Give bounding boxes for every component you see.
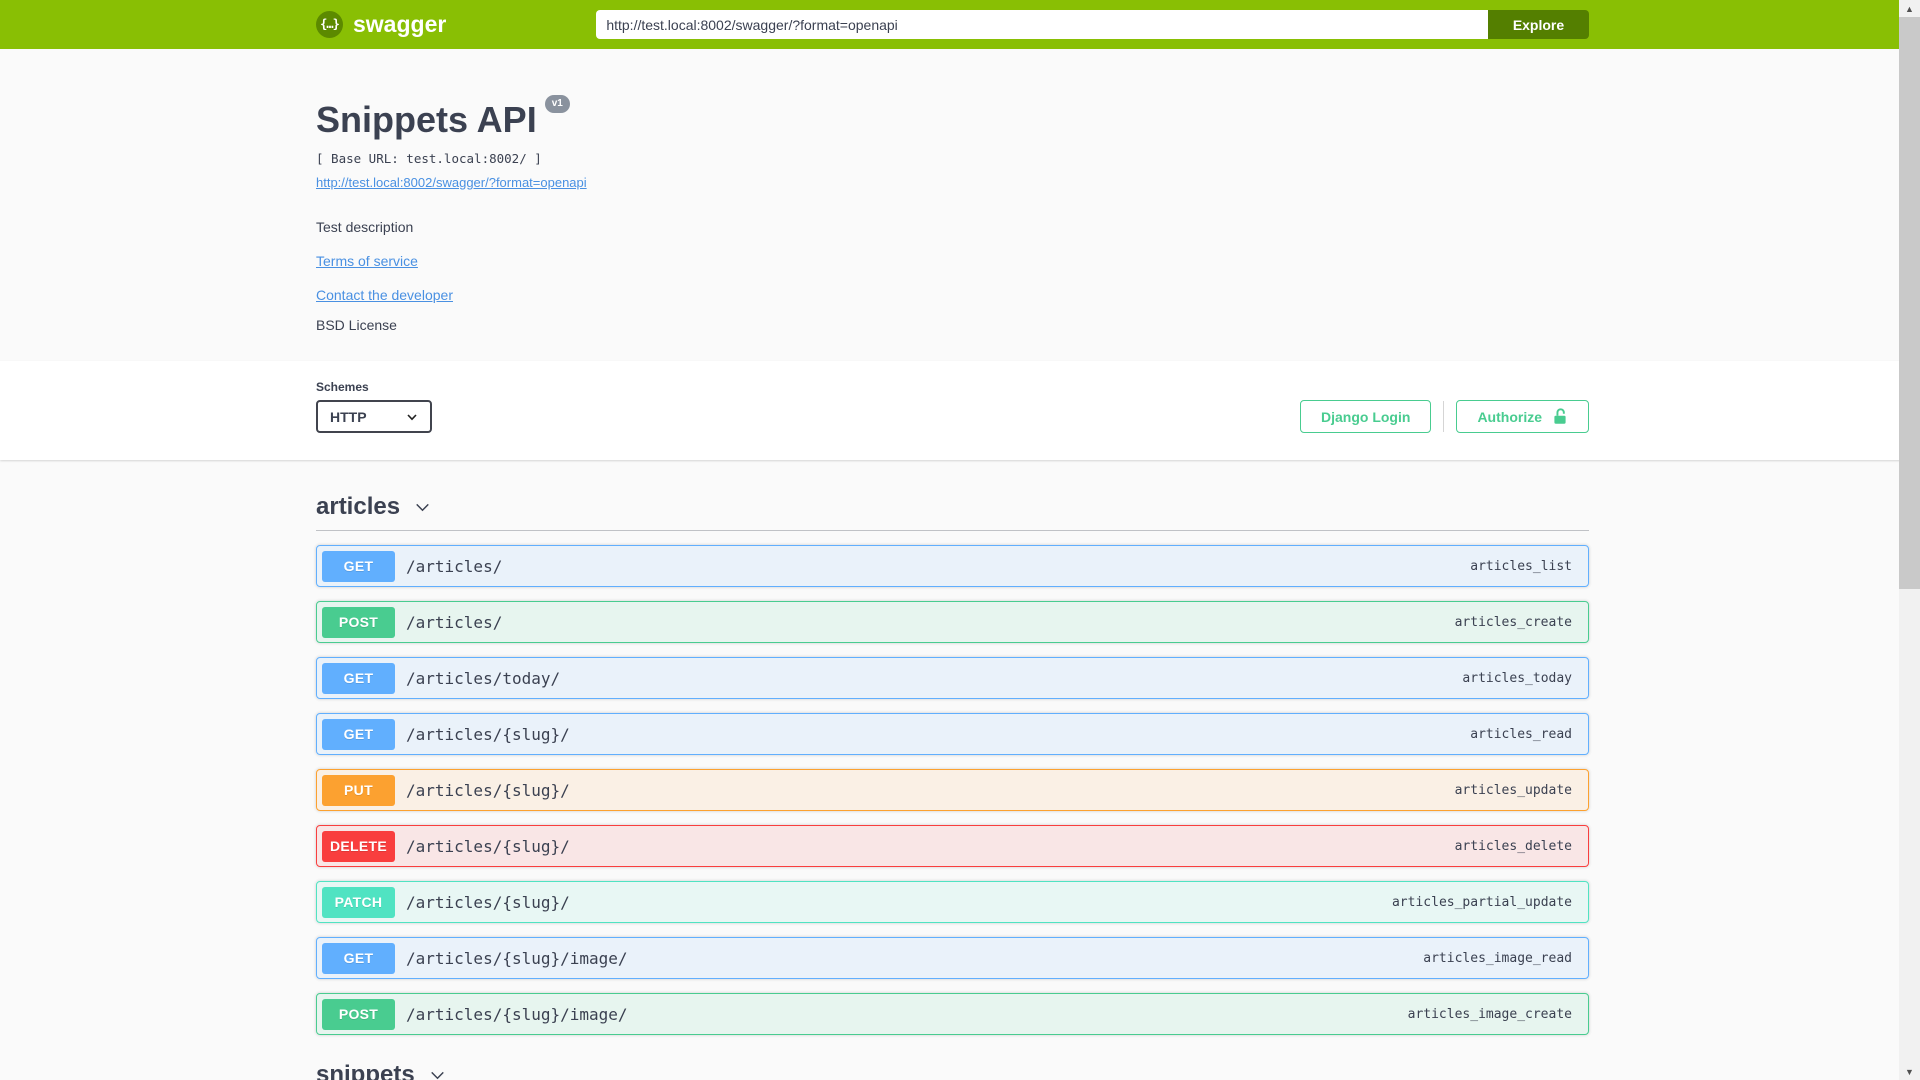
schemes-block: Schemes HTTP bbox=[316, 380, 432, 433]
operation-id: articles_today bbox=[1462, 670, 1572, 686]
operation-id: articles_update bbox=[1454, 782, 1572, 798]
scheme-container: Schemes HTTP Django Login Authorize bbox=[0, 361, 1920, 460]
version-badge: v1 bbox=[544, 95, 570, 113]
operation-row[interactable]: POST /articles/{slug}/image/ articles_im… bbox=[316, 993, 1589, 1035]
expand-chevron-icon bbox=[430, 1071, 444, 1079]
topbar: {…} swagger Explore bbox=[0, 0, 1920, 49]
method-badge: PUT bbox=[322, 774, 395, 806]
operation-path: /articles/{slug}/image/ bbox=[406, 1004, 628, 1024]
operation-path: /articles/today/ bbox=[406, 668, 561, 688]
operation-id: articles_delete bbox=[1454, 838, 1572, 854]
method-badge: GET bbox=[322, 550, 395, 582]
url-input[interactable] bbox=[596, 10, 1488, 39]
operation-path: /articles/ bbox=[406, 556, 503, 576]
operation-path: /articles/{slug}/ bbox=[406, 724, 570, 744]
operation-row[interactable]: PUT /articles/{slug}/ articles_update bbox=[316, 769, 1589, 811]
method-badge: GET bbox=[322, 942, 395, 974]
method-badge: POST bbox=[322, 606, 395, 638]
operation-path: /articles/{slug}/ bbox=[406, 836, 570, 856]
method-badge: GET bbox=[322, 718, 395, 750]
operation-path: /articles/ bbox=[406, 612, 503, 632]
scheme-selected-value: HTTP bbox=[330, 408, 367, 425]
api-sections: articles GET /articles/ articles_list PO… bbox=[316, 460, 1589, 1080]
operation-id: articles_create bbox=[1454, 614, 1572, 630]
download-url-form: Explore bbox=[596, 10, 1589, 39]
explore-button[interactable]: Explore bbox=[1488, 10, 1589, 39]
authorize-button[interactable]: Authorize bbox=[1456, 400, 1589, 433]
method-badge: POST bbox=[322, 998, 395, 1030]
api-description: Test description bbox=[316, 219, 414, 235]
django-login-button[interactable]: Django Login bbox=[1300, 400, 1432, 433]
info-section: Snippets API v1 [ Base URL: test.local:8… bbox=[0, 49, 1920, 361]
operation-id: articles_list bbox=[1470, 558, 1572, 574]
swagger-logo-text: swagger bbox=[353, 11, 447, 37]
base-url: [ Base URL: test.local:8002/ ] bbox=[316, 151, 542, 166]
operation-row[interactable]: PATCH /articles/{slug}/ articles_partial… bbox=[316, 881, 1589, 923]
page-title: Snippets API v1 bbox=[316, 95, 570, 141]
authorize-label: Authorize bbox=[1477, 408, 1542, 425]
django-login-label: Django Login bbox=[1321, 408, 1411, 425]
chevron-down-icon bbox=[407, 413, 417, 420]
method-badge: PATCH bbox=[322, 886, 395, 918]
api-section: articles GET /articles/ articles_list PO… bbox=[316, 493, 1589, 1035]
scroll-up-arrow-icon[interactable]: ▲ bbox=[1899, 0, 1920, 17]
swagger-logo-icon: {…} bbox=[316, 11, 343, 38]
button-divider bbox=[1443, 401, 1445, 432]
operation-row[interactable]: GET /articles/{slug}/image/ articles_ima… bbox=[316, 937, 1589, 979]
operation-row[interactable]: GET /articles/{slug}/ articles_read bbox=[316, 713, 1589, 755]
scrollbar[interactable]: ▲ ▼ bbox=[1899, 0, 1920, 1080]
scheme-select[interactable]: HTTP bbox=[316, 400, 432, 433]
method-badge: DELETE bbox=[322, 830, 395, 862]
section-title: articles bbox=[316, 493, 401, 520]
schemes-label: Schemes bbox=[316, 380, 369, 394]
license-text: BSD License bbox=[316, 317, 397, 333]
expand-chevron-icon bbox=[416, 503, 429, 511]
operation-id: articles_image_read bbox=[1423, 950, 1572, 966]
scroll-down-arrow-icon[interactable]: ▼ bbox=[1899, 1063, 1920, 1080]
section-header[interactable]: snippets bbox=[316, 1061, 1589, 1080]
api-section: snippets GET /snippets/ snippets_list bbox=[316, 1061, 1589, 1080]
method-badge: GET bbox=[322, 662, 395, 694]
section-title: snippets bbox=[316, 1061, 415, 1080]
scrollbar-thumb[interactable] bbox=[1899, 17, 1920, 589]
unlocked-padlock-icon bbox=[1554, 408, 1566, 424]
operation-row[interactable]: POST /articles/ articles_create bbox=[316, 601, 1589, 643]
spec-link[interactable]: http://test.local:8002/swagger/?format=o… bbox=[316, 175, 587, 190]
operation-path: /articles/{slug}/image/ bbox=[406, 948, 628, 968]
operation-row[interactable]: GET /articles/today/ articles_today bbox=[316, 657, 1589, 699]
operation-id: articles_read bbox=[1470, 726, 1572, 742]
terms-of-service-link[interactable]: Terms of service bbox=[316, 253, 418, 269]
operations: GET /articles/ articles_list POST /artic… bbox=[316, 545, 1589, 1035]
operation-row[interactable]: GET /articles/ articles_list bbox=[316, 545, 1589, 587]
swagger-logo[interactable]: {…} swagger bbox=[316, 11, 446, 38]
contact-developer-link[interactable]: Contact the developer bbox=[316, 287, 453, 303]
operation-id: articles_image_create bbox=[1407, 1006, 1572, 1022]
section-header[interactable]: articles bbox=[316, 493, 1589, 531]
operation-id: articles_partial_update bbox=[1391, 894, 1572, 910]
operation-row[interactable]: DELETE /articles/{slug}/ articles_delete bbox=[316, 825, 1589, 867]
api-title-text: Snippets API bbox=[316, 99, 537, 140]
auth-wrapper: Django Login Authorize bbox=[1300, 400, 1589, 433]
operation-path: /articles/{slug}/ bbox=[406, 892, 570, 912]
operation-path: /articles/{slug}/ bbox=[406, 780, 570, 800]
